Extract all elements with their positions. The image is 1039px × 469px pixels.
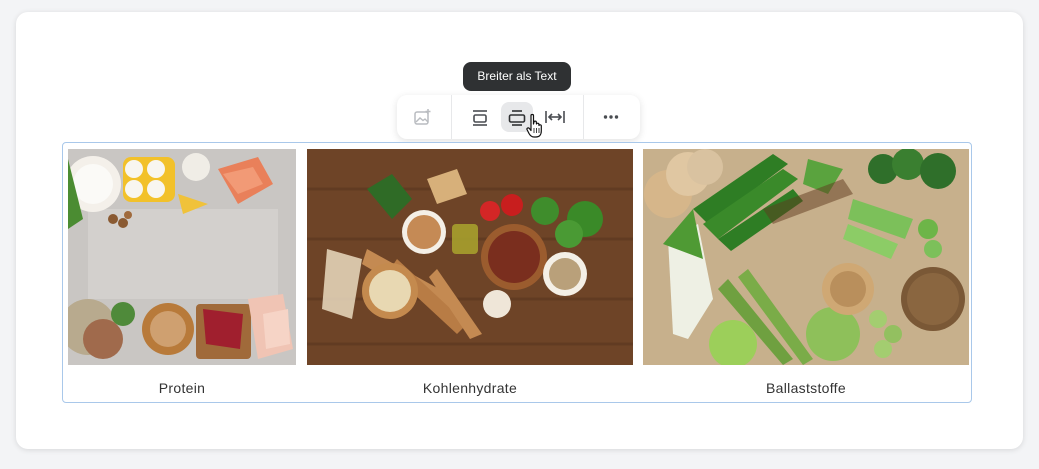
toolbar-separator bbox=[583, 95, 584, 139]
gallery-image-fiber[interactable] bbox=[643, 149, 969, 365]
wider-than-text-icon bbox=[508, 110, 526, 126]
full-width-icon bbox=[545, 111, 565, 123]
gallery-caption[interactable]: Kohlenhydrate bbox=[307, 380, 633, 396]
carbohydrate-foods-photo bbox=[307, 149, 633, 365]
image-toolbar bbox=[397, 95, 640, 139]
gallery-image-protein[interactable] bbox=[68, 149, 296, 365]
gallery-caption[interactable]: Ballaststoffe bbox=[643, 380, 969, 396]
protein-foods-photo bbox=[68, 149, 296, 365]
image-gallery[interactable]: Protein Kohlenhydrate Ballaststoffe bbox=[62, 142, 972, 403]
fiber-foods-photo bbox=[643, 149, 969, 365]
gallery-image-carbohydrates[interactable] bbox=[307, 149, 633, 365]
toolbar-separator bbox=[451, 95, 452, 139]
gallery-caption[interactable]: Protein bbox=[68, 380, 296, 396]
image-plus-icon bbox=[414, 109, 431, 125]
hand-pointer-icon bbox=[526, 113, 542, 138]
tooltip: Breiter als Text bbox=[463, 62, 571, 91]
more-button[interactable] bbox=[595, 102, 627, 132]
align-inline-button[interactable] bbox=[464, 102, 496, 132]
add-image-button[interactable] bbox=[407, 102, 439, 132]
more-horizontal-icon bbox=[603, 115, 619, 119]
align-inline-icon bbox=[473, 110, 487, 126]
